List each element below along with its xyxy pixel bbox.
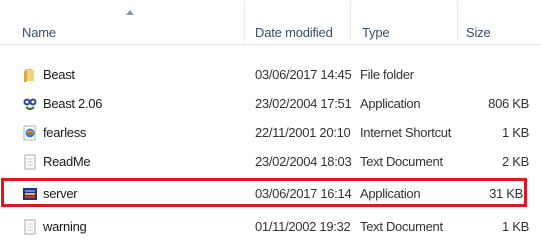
text-document-icon	[24, 154, 36, 170]
file-date-modified: 03/06/2017 14:45	[255, 67, 352, 82]
file-date-modified: 22/11/2001 20:10	[255, 125, 351, 140]
file-row[interactable]: Beast 2.06 23/02/2004 17:51 Application …	[0, 89, 541, 117]
file-type: Application	[360, 96, 421, 111]
column-divider[interactable]	[244, 2, 245, 42]
file-name: warning	[43, 219, 87, 234]
file-name: Beast 2.06	[43, 96, 103, 111]
file-date-modified: 23/02/2004 17:51	[255, 96, 352, 111]
file-date-modified: 23/02/2004 18:03	[255, 154, 352, 169]
file-size: 806 KB	[488, 96, 529, 111]
file-size: 1 KB	[502, 125, 529, 140]
sort-ascending-icon	[126, 10, 134, 15]
folder-icon	[24, 69, 34, 82]
column-header-size[interactable]: Size	[466, 25, 491, 40]
column-header-date-modified[interactable]: Date modified	[255, 25, 333, 40]
file-row[interactable]: Beast 03/06/2017 14:45 File folder	[0, 60, 541, 88]
file-row[interactable]: warning 01/11/2002 19:32 Text Document 1…	[0, 212, 541, 240]
file-name: fearless	[43, 125, 87, 140]
column-divider[interactable]	[350, 2, 351, 42]
column-header-name[interactable]: Name	[22, 25, 56, 40]
file-size: 2 KB	[502, 154, 529, 169]
file-type: File folder	[360, 67, 414, 82]
file-name: Beast	[43, 67, 75, 82]
internet-shortcut-icon	[23, 125, 36, 141]
file-row[interactable]: ReadMe 23/02/2004 18:03 Text Document 2 …	[0, 147, 541, 175]
application-icon	[23, 98, 37, 110]
file-size: 1 KB	[502, 219, 529, 234]
column-header-bar: Name Date modified Type Size	[0, 0, 541, 45]
file-explorer-list: Name Date modified Type Size Beast 03/06…	[0, 0, 541, 249]
selection-highlight-box	[1, 178, 527, 207]
file-row[interactable]: fearless 22/11/2001 20:10 Internet Short…	[0, 118, 541, 146]
file-type: Internet Shortcut	[360, 125, 452, 140]
text-document-icon	[24, 219, 36, 235]
file-type: Text Document	[360, 219, 443, 234]
file-name: ReadMe	[43, 154, 91, 169]
file-date-modified: 01/11/2002 19:32	[255, 219, 351, 234]
column-header-type[interactable]: Type	[362, 25, 390, 40]
file-type: Text Document	[360, 154, 443, 169]
column-divider[interactable]	[457, 2, 458, 42]
